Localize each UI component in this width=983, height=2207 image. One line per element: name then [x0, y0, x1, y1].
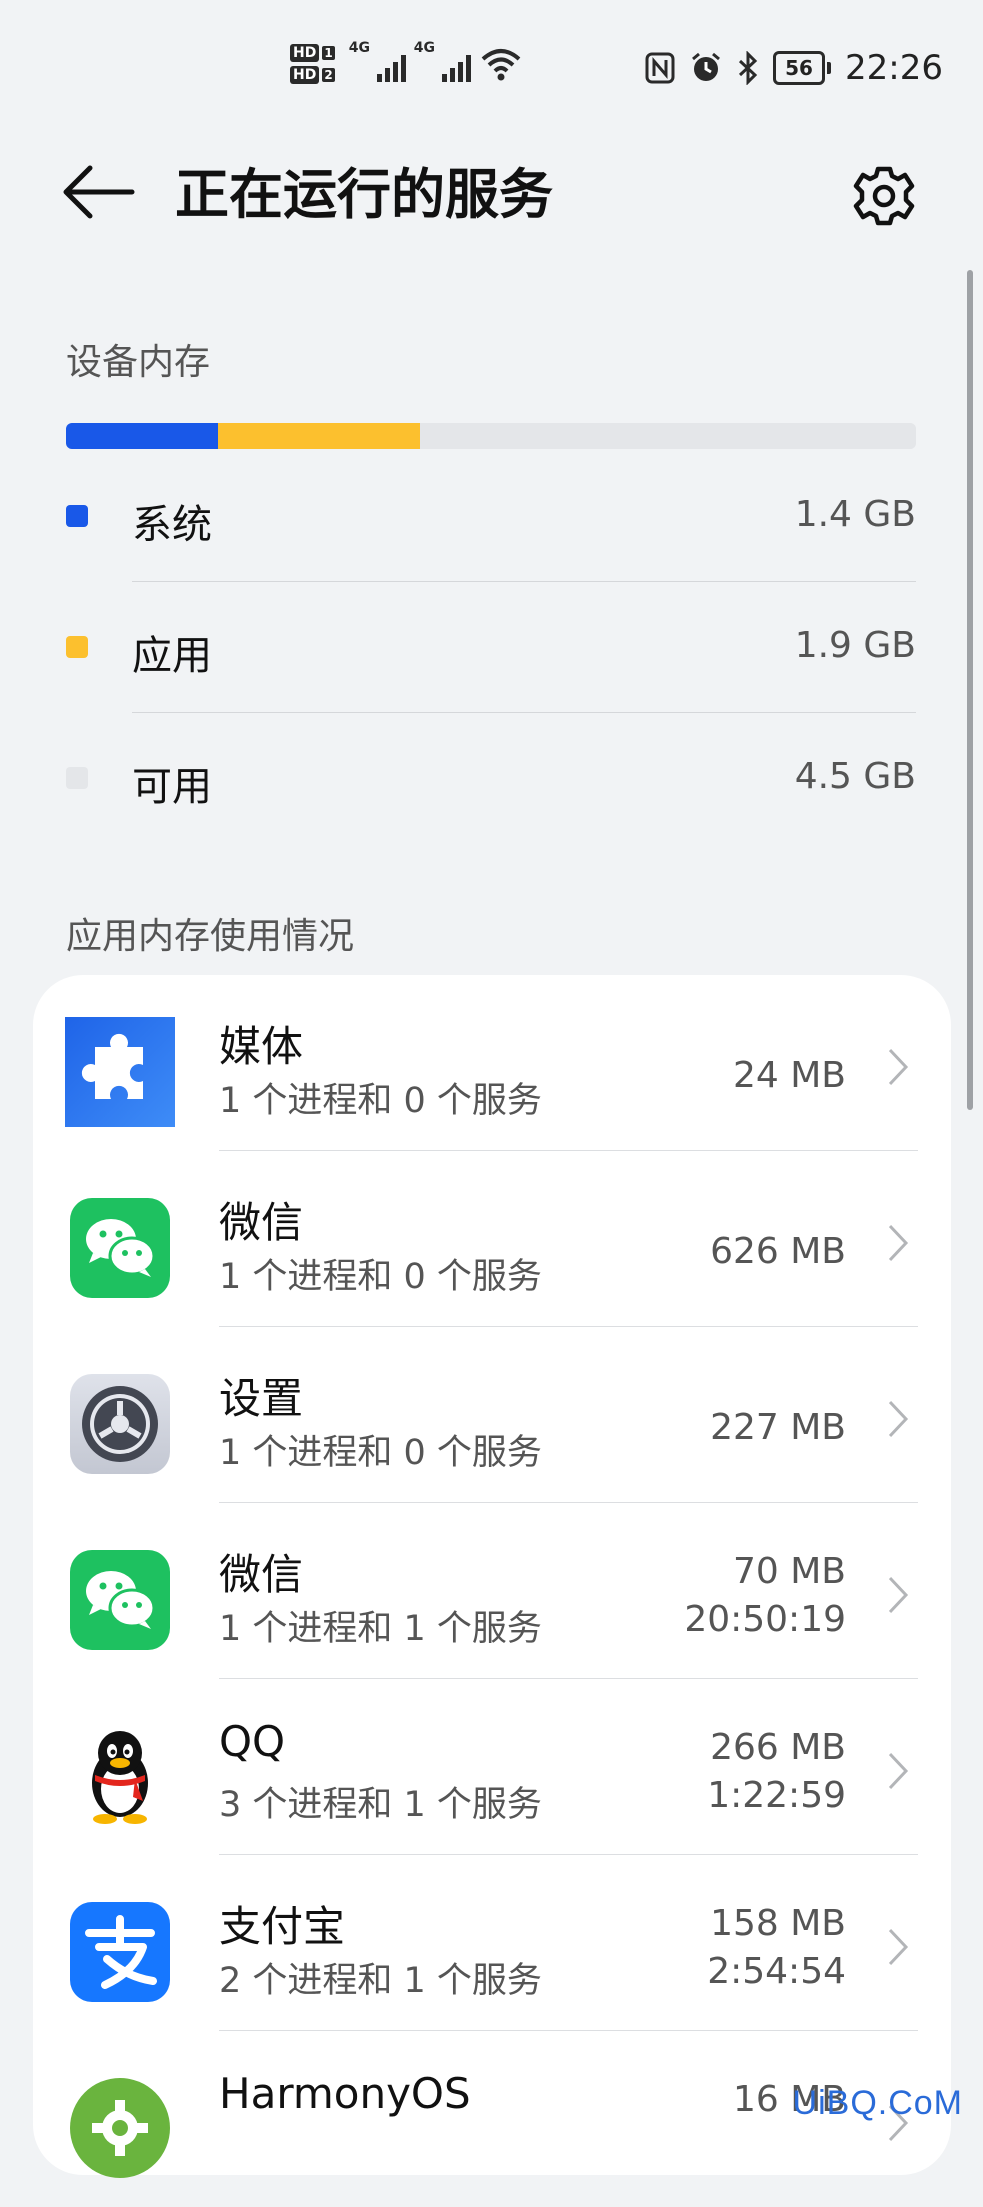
- app-header: 正在运行的服务: [0, 140, 983, 250]
- bluetooth-icon: [738, 51, 758, 85]
- wechat-icon: [70, 1550, 170, 1650]
- legend-label: 可用: [132, 764, 212, 810]
- wifi-icon: [481, 49, 521, 81]
- app-name: 媒体: [219, 1022, 304, 1071]
- app-row-media[interactable]: 媒体 1 个进程和 0 个服务 24 MB: [33, 975, 951, 1151]
- app-process-info: 1 个进程和 1 个服务: [219, 1609, 542, 1649]
- signal-icon-sim2: 4G: [414, 40, 471, 82]
- chevron-right-icon: [888, 1752, 909, 1790]
- app-row-qq[interactable]: QQ 3 个进程和 1 个服务 266 MB 1:22:59: [33, 1679, 951, 1855]
- app-memory-size: 158 MB: [710, 1903, 846, 1944]
- watermark: UiBQ.CoM: [792, 2084, 963, 2122]
- app-name: 微信: [219, 1550, 304, 1599]
- hd-sim2: HD 2: [290, 66, 335, 84]
- chevron-right-icon: [888, 1048, 909, 1086]
- harmonyos-gear-icon: [70, 2078, 170, 2178]
- chevron-right-icon: [888, 1224, 909, 1262]
- legend-row-apps: 应用 1.9 GB: [66, 583, 916, 713]
- status-right: 56 22:26: [645, 48, 943, 88]
- app-memory-size: 70 MB: [732, 1551, 846, 1592]
- scrollbar[interactable]: [967, 270, 973, 1110]
- chevron-right-icon: [888, 1400, 909, 1438]
- memory-bar-apps: [218, 423, 420, 449]
- legend-dot-apps: [66, 636, 88, 658]
- memory-bar-available: [419, 423, 916, 449]
- network-indicators: HD 1 HD 2 4G 4G: [290, 40, 521, 84]
- back-arrow-icon[interactable]: [60, 162, 136, 222]
- memory-bar-system: [66, 423, 219, 449]
- legend-value: 4.5 GB: [794, 756, 916, 797]
- app-memory-size: 24 MB: [732, 1055, 846, 1096]
- signal-icon-sim1: 4G: [349, 40, 406, 82]
- legend-value: 1.9 GB: [794, 625, 916, 666]
- page-title: 正在运行的服务: [175, 163, 553, 226]
- app-process-info: 1 个进程和 0 个服务: [219, 1081, 542, 1121]
- divider: [132, 581, 916, 582]
- legend-label: 系统: [132, 502, 212, 548]
- wechat-icon: [70, 1198, 170, 1298]
- app-process-info: 1 个进程和 0 个服务: [219, 1257, 542, 1297]
- app-name: HarmonyOS: [219, 2069, 471, 2118]
- app-name: QQ: [219, 1717, 286, 1766]
- legend-row-system: 系统 1.4 GB: [66, 452, 916, 582]
- chevron-right-icon: [888, 1576, 909, 1614]
- app-list-card: 媒体 1 个进程和 0 个服务 24 MB 微信 1 个进程和 0 个服务 62…: [33, 975, 951, 2178]
- puzzle-icon: [65, 1017, 175, 1127]
- qq-penguin-icon: [92, 1731, 148, 1824]
- app-row-alipay[interactable]: 支付宝 2 个进程和 1 个服务 158 MB 2:54:54: [33, 1855, 951, 2031]
- app-run-time: 20:50:19: [684, 1599, 846, 1640]
- legend-label: 应用: [132, 633, 212, 679]
- clock: 22:26: [845, 48, 943, 88]
- settings-app-icon: [70, 1374, 170, 1474]
- legend-row-available: 可用 4.5 GB: [66, 714, 916, 844]
- app-process-info: 2 个进程和 1 个服务: [219, 1961, 542, 2001]
- nfc-icon: [645, 52, 675, 84]
- app-process-info: 3 个进程和 1 个服务: [219, 1785, 542, 1825]
- app-row-settings[interactable]: 设置 1 个进程和 0 个服务 227 MB: [33, 1327, 951, 1503]
- app-row-wechat[interactable]: 微信 1 个进程和 0 个服务 626 MB: [33, 1151, 951, 1327]
- alarm-icon: [692, 52, 720, 81]
- app-run-time: 2:54:54: [707, 1951, 846, 1992]
- app-name: 支付宝: [219, 1902, 346, 1951]
- status-bar: HD 1 HD 2 4G 4G 56 22:26: [0, 0, 983, 140]
- legend-value: 1.4 GB: [794, 494, 916, 535]
- hd-sim1: HD 1: [290, 44, 335, 62]
- app-memory-size: 266 MB: [710, 1727, 846, 1768]
- memory-usage-bar: [66, 423, 916, 449]
- app-name: 微信: [219, 1198, 304, 1247]
- app-run-time: 1:22:59: [707, 1775, 846, 1816]
- legend-dot-system: [66, 505, 88, 527]
- device-memory-label: 设备内存: [66, 342, 211, 383]
- app-row-wechat-service[interactable]: 微信 1 个进程和 1 个服务 70 MB 20:50:19: [33, 1503, 951, 1679]
- app-process-info: 1 个进程和 0 个服务: [219, 1433, 542, 1473]
- divider: [132, 712, 916, 713]
- legend-dot-available: [66, 767, 88, 789]
- app-memory-size: 227 MB: [710, 1407, 846, 1448]
- chevron-right-icon: [888, 1928, 909, 1966]
- app-memory-size: 626 MB: [710, 1231, 846, 1272]
- battery-icon: 56: [773, 51, 832, 85]
- gear-icon[interactable]: [850, 162, 918, 230]
- app-memory-label: 应用内存使用情况: [66, 916, 355, 957]
- alipay-icon: [70, 1902, 170, 2002]
- app-name: 设置: [219, 1374, 304, 1423]
